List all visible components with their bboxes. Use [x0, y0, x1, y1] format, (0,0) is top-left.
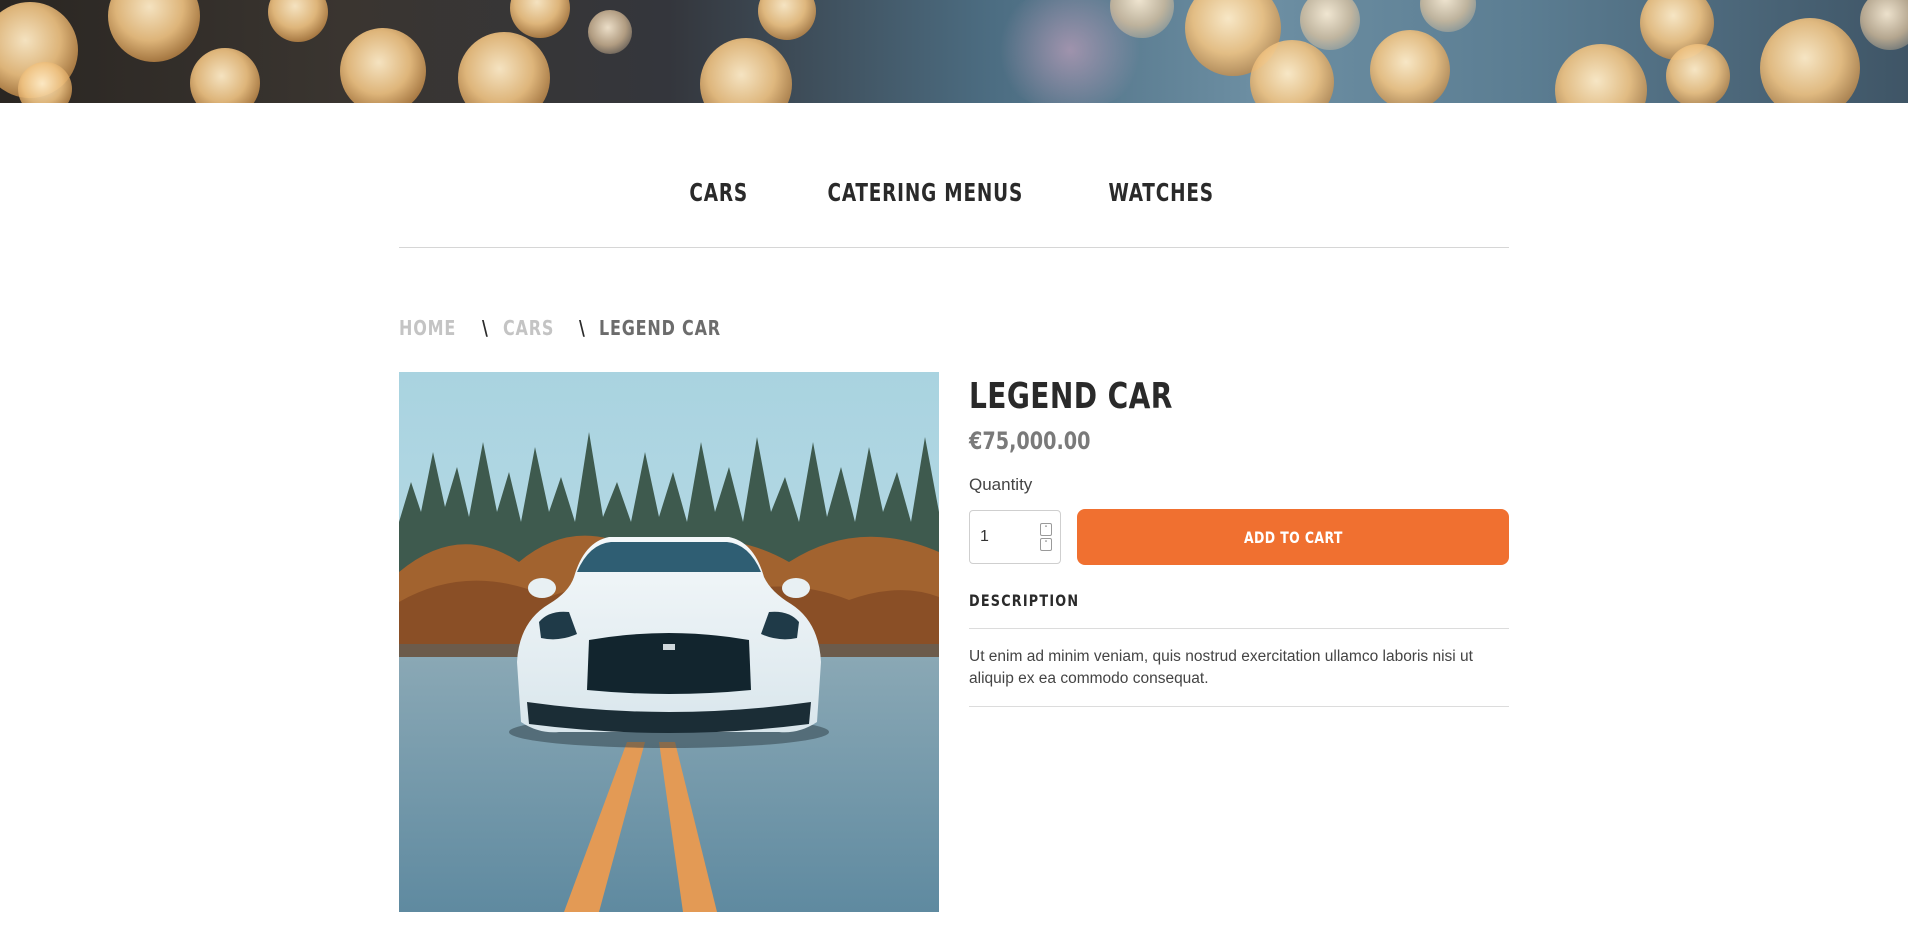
header-banner	[0, 0, 1908, 103]
quantity-input[interactable]	[970, 511, 1030, 563]
add-to-cart-label: ADD TO CART	[1243, 527, 1343, 547]
product-image[interactable]	[399, 372, 939, 912]
purchase-row: ˄ ˅ ADD TO CART	[969, 509, 1509, 565]
chevron-down-icon[interactable]: ˅	[1040, 538, 1052, 551]
description-divider	[969, 628, 1509, 629]
nav-item-catering-menus[interactable]: CATERING MENUS	[828, 178, 1024, 207]
nav-divider	[399, 247, 1509, 248]
main-nav: CARS CATERING MENUS WATCHES	[0, 178, 1908, 207]
quantity-stepper: ˄ ˅	[969, 510, 1061, 564]
quantity-stepper-controls: ˄ ˅	[1040, 523, 1052, 551]
nav-item-cars[interactable]: CARS	[689, 178, 748, 207]
breadcrumb-separator: \	[482, 316, 489, 340]
product-price: €75,000.00	[969, 427, 1091, 455]
product-info: LEGEND CAR €75,000.00 Quantity ˄ ˅ ADD T…	[969, 372, 1509, 707]
nav-item-watches[interactable]: WATCHES	[1108, 178, 1213, 207]
breadcrumb: HOME \ CARS \ LEGEND CAR	[399, 316, 751, 340]
product-title: LEGEND CAR	[969, 376, 1173, 417]
breadcrumb-current: LEGEND CAR	[598, 316, 721, 340]
quantity-label: Quantity	[969, 475, 1033, 494]
breadcrumb-category-link[interactable]: CARS	[503, 316, 554, 340]
description-divider-bottom	[969, 706, 1509, 707]
description-heading: DESCRIPTION	[969, 591, 1080, 610]
add-to-cart-button[interactable]: ADD TO CART	[1077, 509, 1509, 565]
chevron-up-icon[interactable]: ˄	[1040, 523, 1052, 536]
description-text: Ut enim ad minim veniam, quis nostrud ex…	[969, 648, 1473, 687]
breadcrumb-home-link[interactable]: HOME	[399, 316, 456, 340]
breadcrumb-separator: \	[578, 316, 586, 340]
